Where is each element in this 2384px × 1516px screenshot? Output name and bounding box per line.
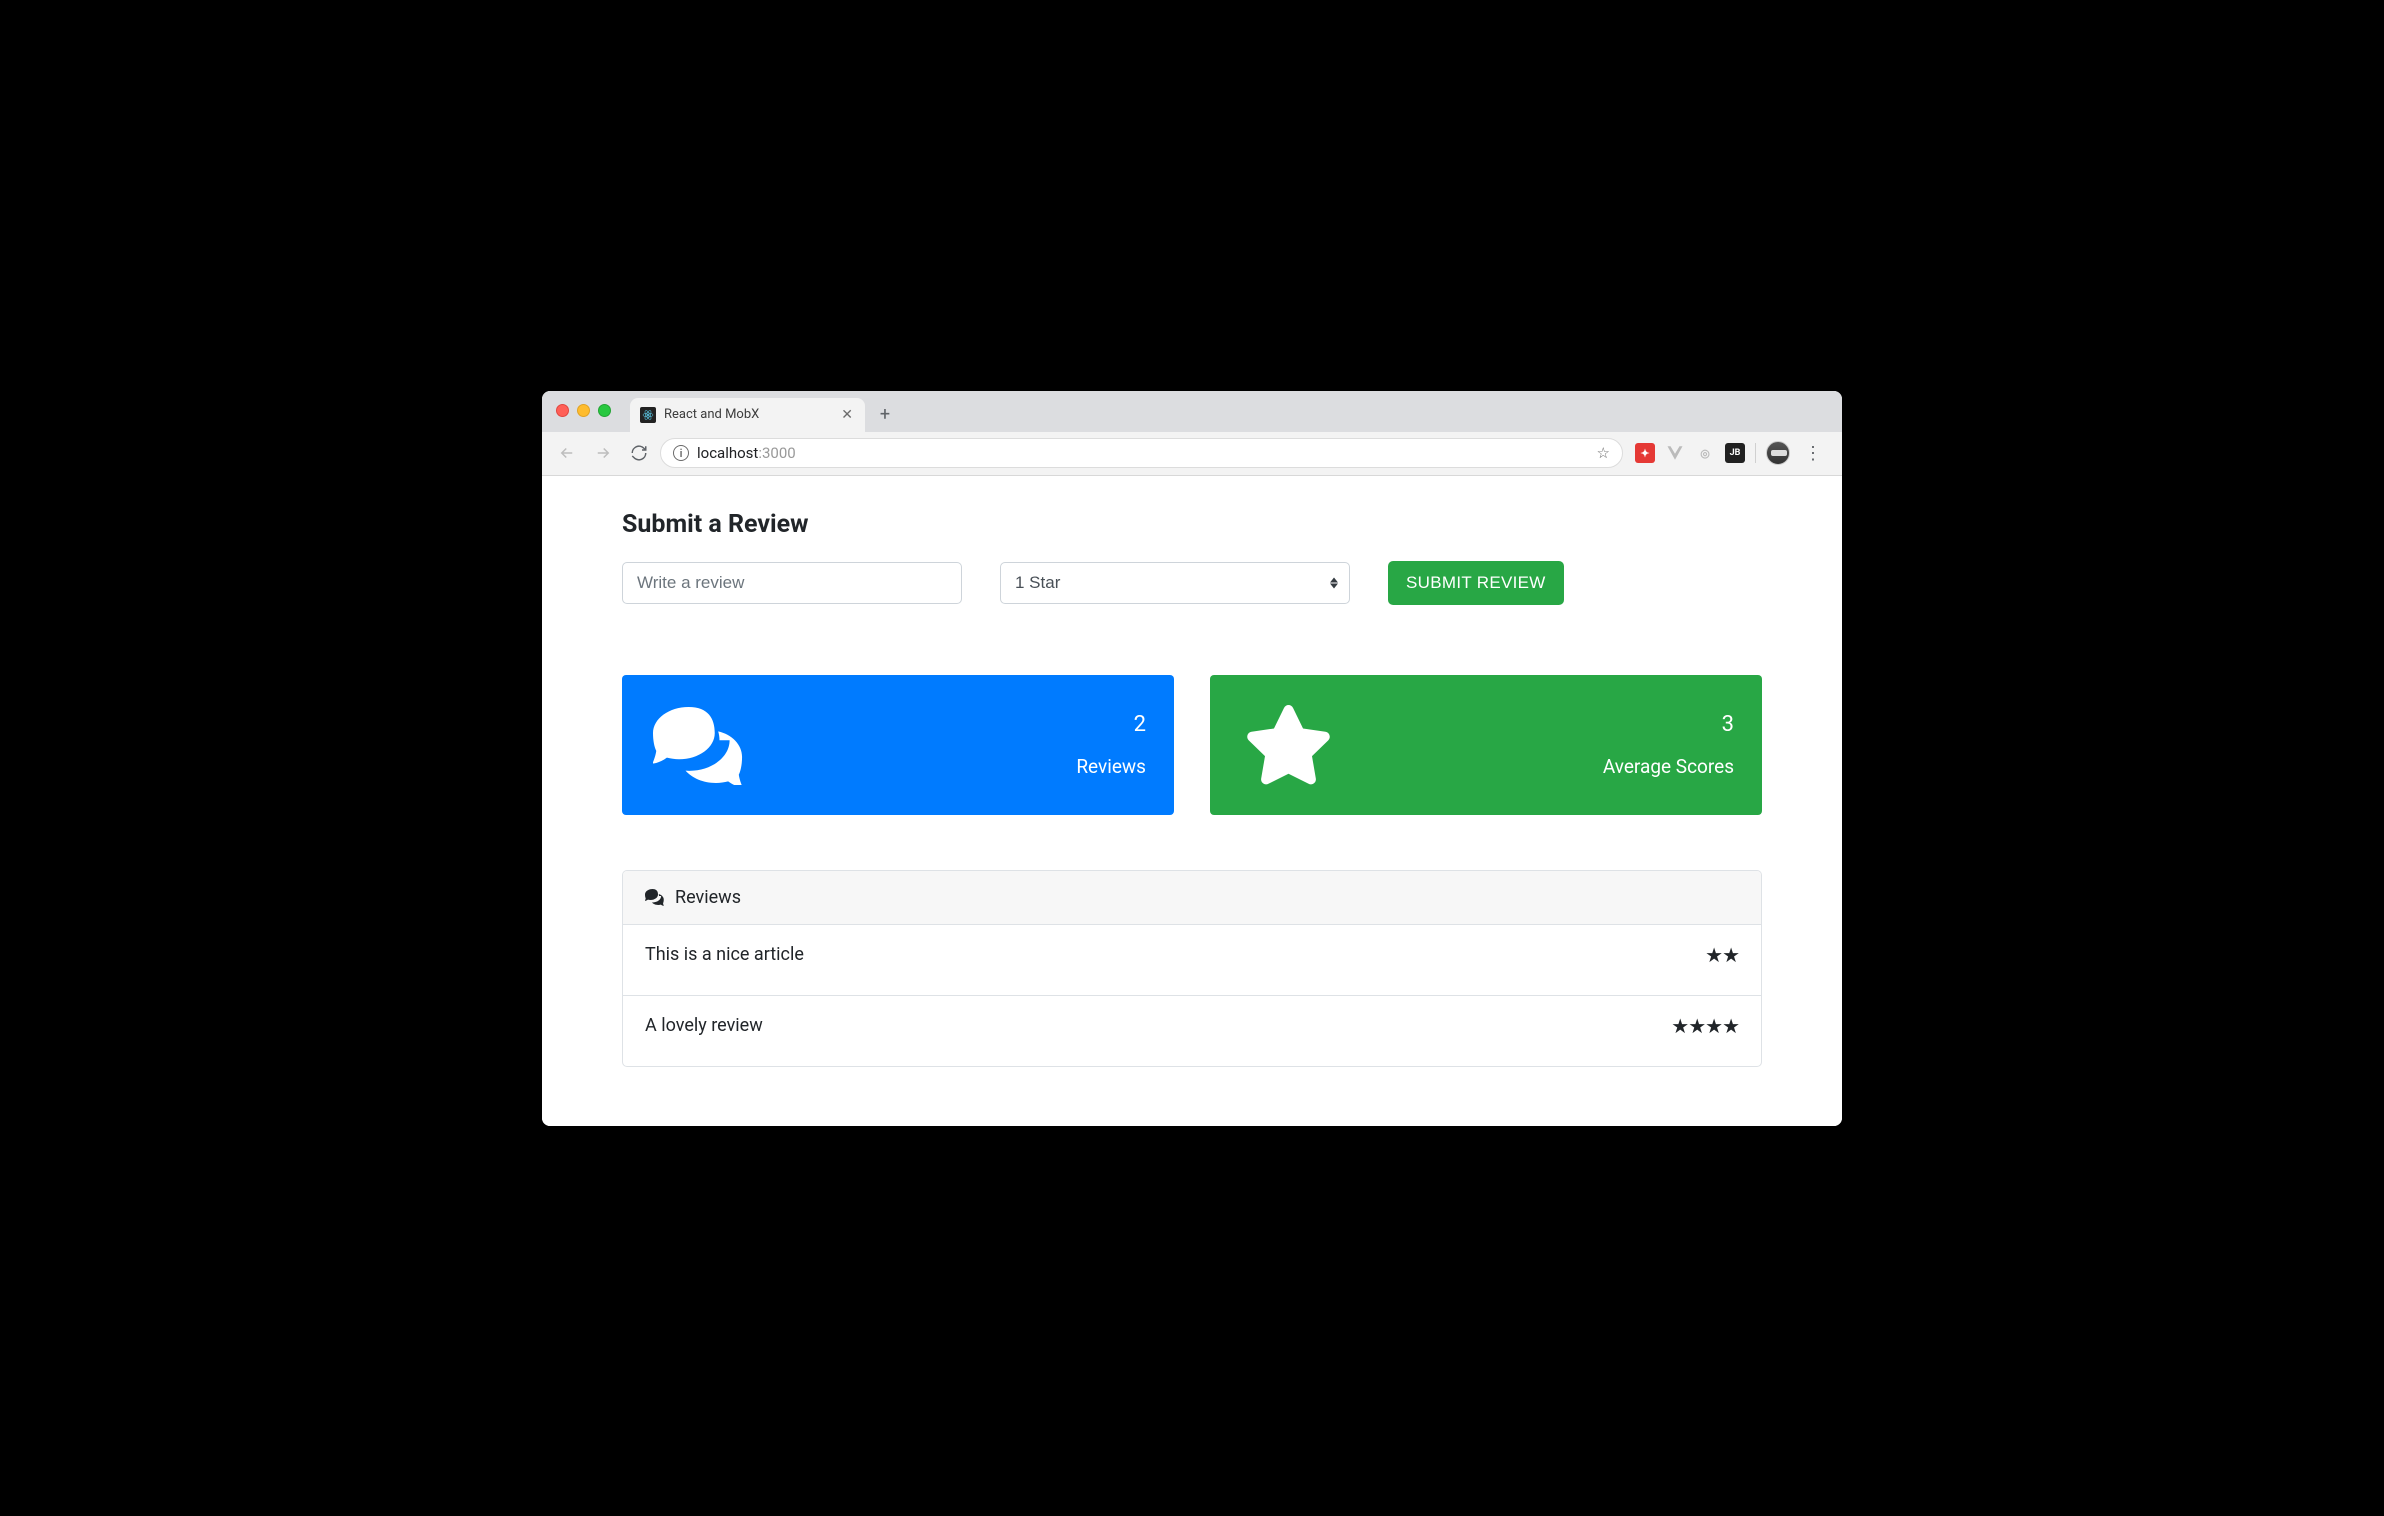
- reviews-count: 2: [1076, 712, 1146, 737]
- forward-button[interactable]: [588, 438, 618, 468]
- reviews-panel: Reviews This is a nice article ★★ A love…: [622, 870, 1762, 1067]
- tab-bar: React and MobX ✕ +: [542, 391, 1842, 432]
- vue-devtools-icon[interactable]: [1665, 443, 1685, 463]
- toolbar: i localhost:3000 ☆ ✦ ◎ JB ⋮: [542, 432, 1842, 476]
- star-select[interactable]: 1 Star: [1000, 562, 1350, 604]
- average-label: Average Scores: [1603, 755, 1734, 778]
- tab-title: React and MobX: [664, 407, 831, 422]
- browser-window: React and MobX ✕ + i localhost:3000 ☆ ✦ …: [542, 391, 1842, 1126]
- back-button[interactable]: [552, 438, 582, 468]
- review-form: 1 Star SUBMIT REVIEW: [622, 561, 1762, 605]
- review-item: This is a nice article ★★: [623, 925, 1761, 996]
- close-window-icon[interactable]: [556, 404, 569, 417]
- page-content: Submit a Review 1 Star SUBMIT REVIEW 2: [542, 476, 1842, 1126]
- browser-menu-icon[interactable]: ⋮: [1800, 443, 1826, 464]
- new-tab-button[interactable]: +: [871, 401, 899, 429]
- window-controls: [556, 404, 611, 417]
- minimize-window-icon[interactable]: [577, 404, 590, 417]
- review-input[interactable]: [622, 562, 962, 604]
- site-info-icon[interactable]: i: [673, 445, 689, 461]
- reviews-panel-title: Reviews: [675, 887, 741, 908]
- comments-icon: [650, 705, 750, 785]
- react-favicon-icon: [640, 407, 656, 423]
- submit-review-button[interactable]: SUBMIT REVIEW: [1388, 561, 1564, 605]
- reviews-panel-header: Reviews: [623, 871, 1761, 925]
- extension-icon[interactable]: ✦: [1635, 443, 1655, 463]
- extension-icon[interactable]: JB: [1725, 443, 1745, 463]
- average-stat-card: 3 Average Scores: [1210, 675, 1762, 815]
- stats-row: 2 Reviews 3 Average Scores: [622, 675, 1762, 815]
- review-text: This is a nice article: [645, 944, 1705, 965]
- extension-icon[interactable]: ◎: [1695, 443, 1715, 463]
- maximize-window-icon[interactable]: [598, 404, 611, 417]
- average-score: 3: [1603, 712, 1734, 737]
- page-title: Submit a Review: [622, 510, 1762, 539]
- separator: [1755, 443, 1756, 463]
- review-stars: ★★★★: [1671, 1014, 1739, 1038]
- profile-avatar[interactable]: [1766, 441, 1790, 465]
- review-text: A lovely review: [645, 1015, 1671, 1036]
- browser-tab[interactable]: React and MobX ✕: [630, 398, 865, 432]
- extensions: ✦ ◎ JB ⋮: [1629, 441, 1832, 465]
- reload-button[interactable]: [624, 438, 654, 468]
- review-item: A lovely review ★★★★: [623, 996, 1761, 1066]
- star-icon: [1238, 705, 1338, 785]
- reviews-label: Reviews: [1076, 755, 1146, 778]
- bookmark-star-icon[interactable]: ☆: [1597, 444, 1610, 462]
- star-select-wrap: 1 Star: [1000, 562, 1350, 604]
- close-tab-icon[interactable]: ✕: [839, 406, 855, 424]
- reviews-stat-card: 2 Reviews: [622, 675, 1174, 815]
- address-bar[interactable]: i localhost:3000 ☆: [660, 438, 1623, 468]
- url-host: localhost:3000: [697, 444, 796, 462]
- review-stars: ★★: [1705, 943, 1739, 967]
- comments-icon: [645, 888, 665, 906]
